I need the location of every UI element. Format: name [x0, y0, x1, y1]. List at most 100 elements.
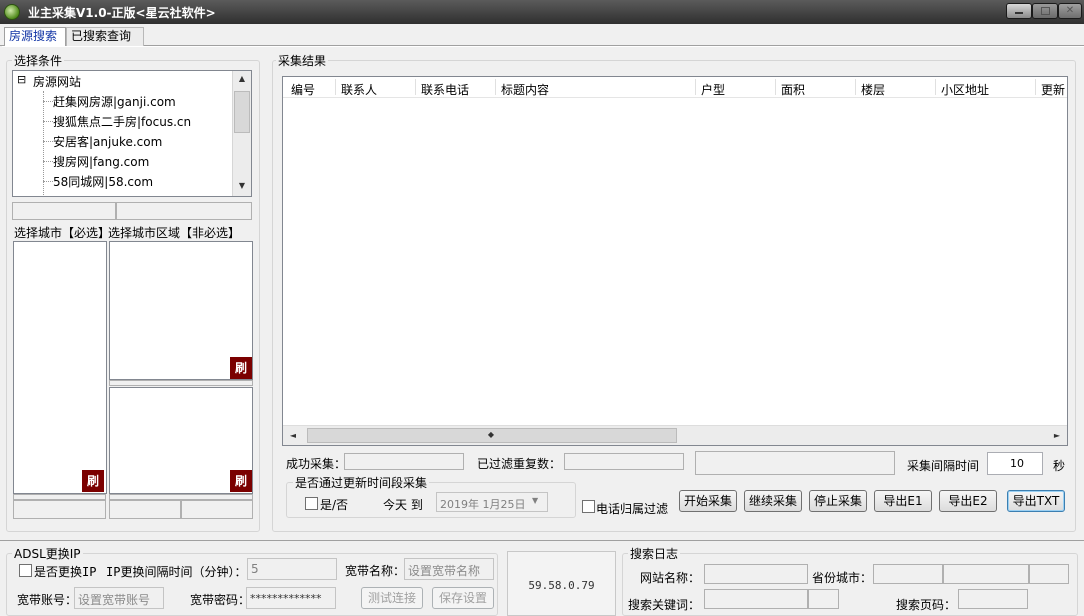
tree-connector [43, 121, 53, 122]
save-settings-button[interactable]: 保存设置 [432, 587, 494, 609]
results-group-title: 采集结果 [276, 52, 329, 69]
district-label: 选择城市区域【非必选】 [108, 226, 241, 240]
tree-item-anjuke[interactable]: 安居客|anjuke.com [53, 133, 162, 150]
phone-filter-checkbox[interactable] [582, 500, 595, 513]
site-tree[interactable]: ⊟ 房源网站 赶集网房源|ganji.com 搜狐焦点二手房|focus.cn … [12, 70, 252, 197]
city-field [943, 564, 1029, 584]
column-divider[interactable] [415, 79, 416, 95]
column-divider[interactable] [335, 79, 336, 95]
column-divider[interactable] [935, 79, 936, 95]
table-header: 编号 联系人 联系电话 标题内容 户型 面积 楼层 小区地址 更新 [283, 77, 1067, 98]
column-header-title[interactable]: 标题内容 [501, 81, 549, 98]
app-icon [4, 4, 20, 20]
tree-item-focus[interactable]: 搜狐焦点二手房|focus.cn [53, 113, 191, 130]
column-divider[interactable] [775, 79, 776, 95]
title-bar: 业主采集V1.0-正版<星云社软件> ✕ [0, 0, 1084, 24]
success-count-field [344, 453, 464, 470]
tree-item-fang[interactable]: 搜房网|fang.com [53, 153, 149, 170]
column-header-area[interactable]: 面积 [781, 81, 805, 98]
column-header-layout[interactable]: 户型 [701, 81, 725, 98]
column-divider[interactable] [495, 79, 496, 95]
change-ip-checkbox[interactable] [19, 564, 32, 577]
province-field [873, 564, 943, 584]
district-refresh-button-top[interactable]: 刷 [230, 357, 252, 379]
scroll-down-icon[interactable]: ▼ [234, 181, 250, 190]
district-refresh-button-bottom[interactable]: 刷 [230, 470, 252, 492]
chevron-down-icon[interactable]: ▼ [532, 496, 538, 505]
minimize-button[interactable] [1006, 3, 1032, 19]
tree-item-58[interactable]: 58同城网|58.com [53, 173, 153, 190]
password-input[interactable]: ************* [246, 587, 336, 609]
table-h-scrollbar[interactable]: ◄ ◆ ► [283, 425, 1067, 445]
interval-label: 采集间隔时间 [907, 459, 980, 473]
conditions-group-title: 选择条件 [12, 52, 65, 69]
maximize-button[interactable] [1032, 3, 1058, 19]
city-list[interactable] [13, 241, 107, 494]
interval-unit: 秒 [1053, 459, 1066, 473]
password-label: 宽带密码： [190, 593, 251, 607]
grip-icon: ◆ [487, 430, 495, 439]
column-header-id[interactable]: 编号 [291, 81, 315, 98]
column-divider[interactable] [695, 79, 696, 95]
keyword-field [704, 589, 808, 609]
column-header-address[interactable]: 小区地址 [941, 81, 989, 98]
city-refresh-button[interactable]: 刷 [82, 470, 104, 492]
keyword-label: 搜索关键词： [628, 598, 701, 612]
stop-collect-button[interactable]: 停止采集 [809, 490, 867, 512]
tree-scrollbar[interactable]: ▲ ▼ [232, 71, 251, 196]
status-field [109, 500, 181, 519]
scroll-thumb[interactable] [234, 91, 250, 133]
column-header-phone[interactable]: 联系电话 [421, 81, 469, 98]
time-range-checkbox[interactable] [305, 497, 318, 510]
tree-connector [43, 181, 53, 182]
column-header-update[interactable]: 更新 [1041, 81, 1065, 98]
tab-house-search[interactable]: 房源搜索 [4, 27, 66, 46]
tree-collapse-icon[interactable]: ⊟ [17, 73, 26, 86]
status-field [13, 500, 106, 519]
ip-interval-input[interactable]: 5 [247, 558, 337, 580]
interval-input[interactable]: 10 [987, 452, 1043, 475]
results-table[interactable]: 编号 联系人 联系电话 标题内容 户型 面积 楼层 小区地址 更新 ◄ ◆ ► [282, 76, 1068, 446]
export-e1-button[interactable]: 导出E1 [874, 490, 932, 512]
time-range-group-title: 是否通过更新时间段采集 [293, 474, 430, 491]
today-to-label: 今天 到 [383, 498, 423, 512]
tab-searched-query[interactable]: 已搜索查询 [66, 27, 144, 46]
column-divider[interactable] [855, 79, 856, 95]
scroll-up-icon[interactable]: ▲ [234, 74, 250, 83]
scroll-right-icon[interactable]: ► [1049, 431, 1065, 440]
end-date-picker[interactable]: 2019年 1月25日 ▼ [436, 492, 548, 512]
account-label: 宽带账号： [17, 593, 78, 607]
account-input[interactable]: 设置宽带账号 [74, 587, 164, 609]
search-log-group-title: 搜索日志 [628, 545, 681, 562]
page-number-field [958, 589, 1028, 609]
column-divider[interactable] [1035, 79, 1036, 95]
export-e2-button[interactable]: 导出E2 [939, 490, 997, 512]
tree-root-label[interactable]: 房源网站 [33, 73, 81, 90]
window-title: 业主采集V1.0-正版<星云社软件> [28, 6, 216, 20]
keyword-extra-field [808, 589, 839, 609]
column-header-contact[interactable]: 联系人 [341, 81, 377, 98]
status-field [181, 500, 253, 519]
broadband-name-input[interactable]: 设置宽带名称 [404, 558, 494, 580]
status-field-right [116, 202, 252, 220]
site-name-field [704, 564, 808, 584]
export-txt-button[interactable]: 导出TXT [1007, 490, 1065, 512]
status-field-left [12, 202, 116, 220]
city-label: 选择城市【必选】 [14, 226, 111, 240]
ip-address-display: 59.58.0.79 [507, 551, 616, 616]
close-icon: ✕ [1065, 5, 1075, 16]
test-connection-button[interactable]: 测试连接 [361, 587, 423, 609]
progress-field [695, 451, 895, 475]
column-header-floor[interactable]: 楼层 [861, 81, 885, 98]
site-name-label: 网站名称： [640, 571, 701, 585]
tree-connector [43, 161, 53, 162]
time-range-checkbox-label: 是/否 [320, 498, 349, 512]
tree-connector [43, 101, 53, 102]
tree-item-ganji[interactable]: 赶集网房源|ganji.com [53, 93, 176, 110]
change-ip-label: 是否更换IP [34, 565, 97, 579]
close-button[interactable]: ✕ [1058, 3, 1082, 19]
continue-collect-button[interactable]: 继续采集 [744, 490, 802, 512]
splitter[interactable] [109, 380, 253, 386]
start-collect-button[interactable]: 开始采集 [679, 490, 737, 512]
scroll-left-icon[interactable]: ◄ [285, 431, 301, 440]
